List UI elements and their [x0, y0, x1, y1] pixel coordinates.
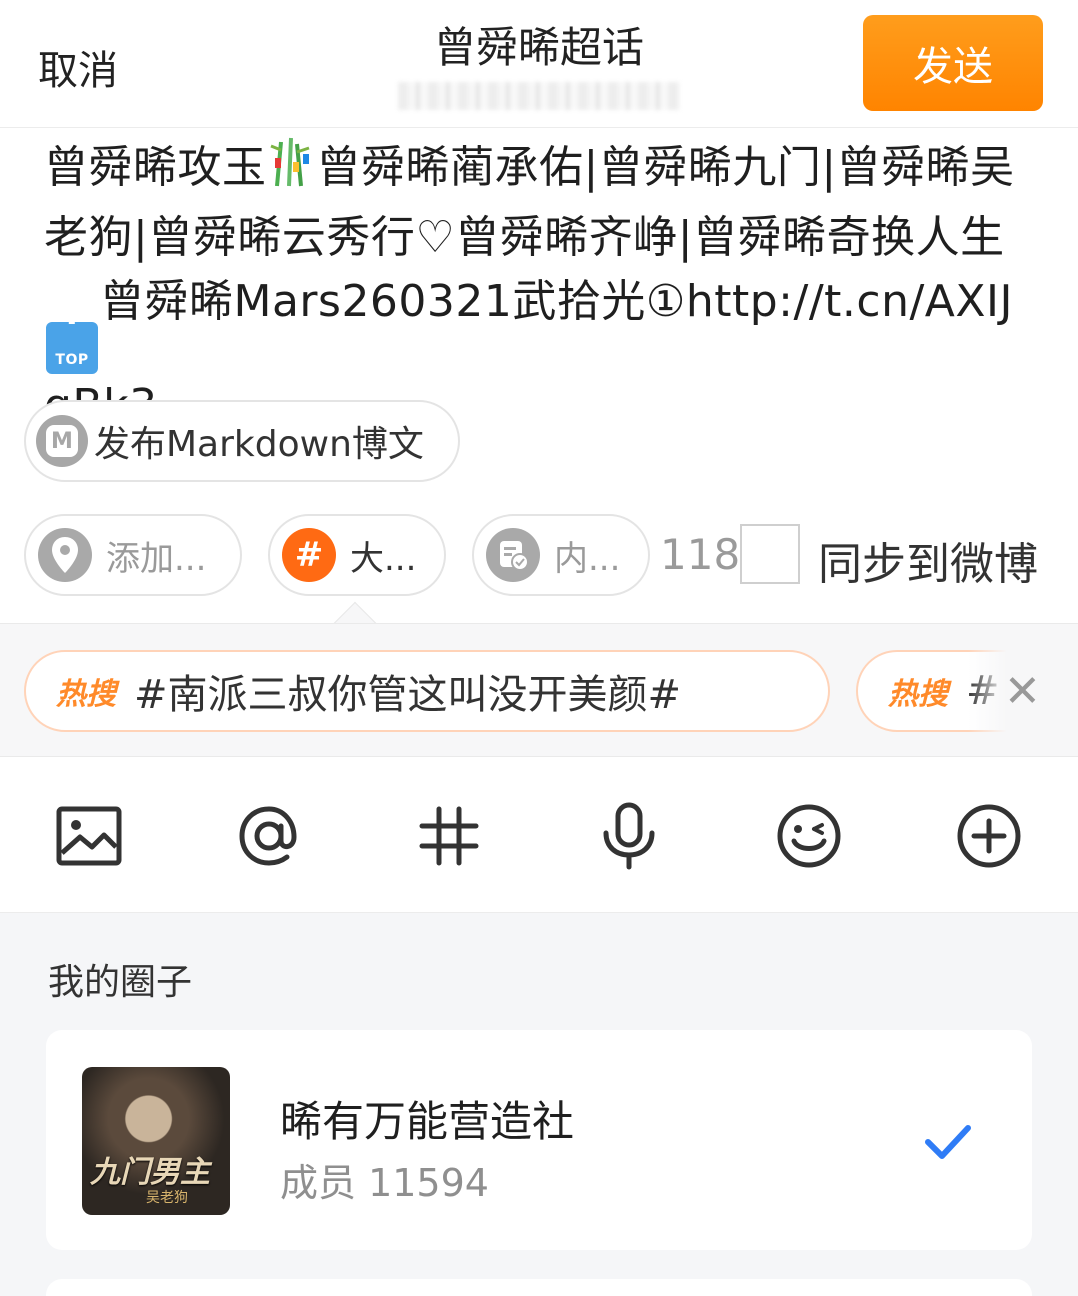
- send-button[interactable]: 发送: [863, 15, 1043, 111]
- topic-chip[interactable]: # 大...: [268, 514, 446, 596]
- emoji-icon[interactable]: [774, 801, 844, 871]
- content-declaration-chip[interactable]: 内...: [472, 514, 650, 596]
- at-icon[interactable]: [234, 801, 304, 871]
- bamboo-emoji-icon: [267, 136, 317, 206]
- hot-search-badge: 热搜: [888, 677, 948, 712]
- circle-card-partial: [46, 1279, 1032, 1296]
- my-circles-section: 我的圈子 九门男主 吴老狗 晞有万能营造社 成员 11594: [0, 913, 1078, 1296]
- sync-to-weibo-checkbox[interactable]: [740, 524, 800, 584]
- add-location-chip[interactable]: 添加...: [24, 514, 242, 596]
- publish-markdown-label: 发布Markdown博文: [94, 424, 424, 465]
- compose-toolbar: [0, 757, 1078, 913]
- checkmark-icon: [922, 1116, 974, 1168]
- hot-search-topic: #南派三叔你管这叫没开美颜#: [134, 672, 682, 718]
- topic-label: 大...: [350, 538, 417, 579]
- circle-member-count: 成员 11594: [280, 1161, 489, 1205]
- content-declaration-label: 内...: [554, 538, 621, 579]
- location-pin-icon: [38, 528, 92, 582]
- plus-circle-icon[interactable]: [954, 801, 1024, 871]
- content-declaration-icon: [486, 528, 540, 582]
- top-arrow-emoji-icon: ⬆ TOP: [46, 304, 98, 374]
- microphone-icon[interactable]: [594, 801, 664, 871]
- hot-search-badge: 热搜: [56, 677, 116, 712]
- hot-search-chip[interactable]: 热搜 #南派三叔你管这叫没开美颜#: [24, 650, 830, 732]
- top-bar: 取消 曾舜晞超话 发送: [0, 0, 1078, 128]
- circle-name: 晞有万能营造社: [280, 1097, 575, 1146]
- post-text-segment: 曾舜晞攻玉: [44, 142, 267, 193]
- hot-search-strip: 热搜 #南派三叔你管这叫没开美颜# 热搜 #: [0, 623, 1078, 757]
- publish-markdown-chip[interactable]: M 发布Markdown博文: [24, 400, 460, 482]
- image-icon[interactable]: [54, 801, 124, 871]
- post-text-editor[interactable]: 曾舜晞攻玉 曾舜晞蔺承佑|曾舜晞九门|曾舜晞吴老狗|曾舜晞云秀行♡曾舜晞齐峥|曾舜…: [44, 136, 1034, 438]
- poster-title: 九门男主: [90, 1155, 210, 1190]
- hashtag-badge-icon: #: [282, 528, 336, 582]
- section-title: 我的圈子: [48, 962, 193, 1003]
- close-icon[interactable]: ✕: [1004, 670, 1041, 714]
- character-count: 118: [660, 530, 741, 579]
- circle-card[interactable]: 九门男主 吴老狗 晞有万能营造社 成员 11594: [46, 1030, 1032, 1250]
- location-label: 添加...: [106, 538, 207, 579]
- hashtag-icon[interactable]: [414, 801, 484, 871]
- sync-to-weibo-label[interactable]: 同步到微博: [818, 528, 1038, 592]
- markdown-icon: M: [36, 415, 88, 467]
- poster-subtitle: 吴老狗: [146, 1190, 188, 1206]
- circle-avatar: 九门男主 吴老狗: [82, 1067, 230, 1215]
- blurred-subtitle: [398, 82, 680, 110]
